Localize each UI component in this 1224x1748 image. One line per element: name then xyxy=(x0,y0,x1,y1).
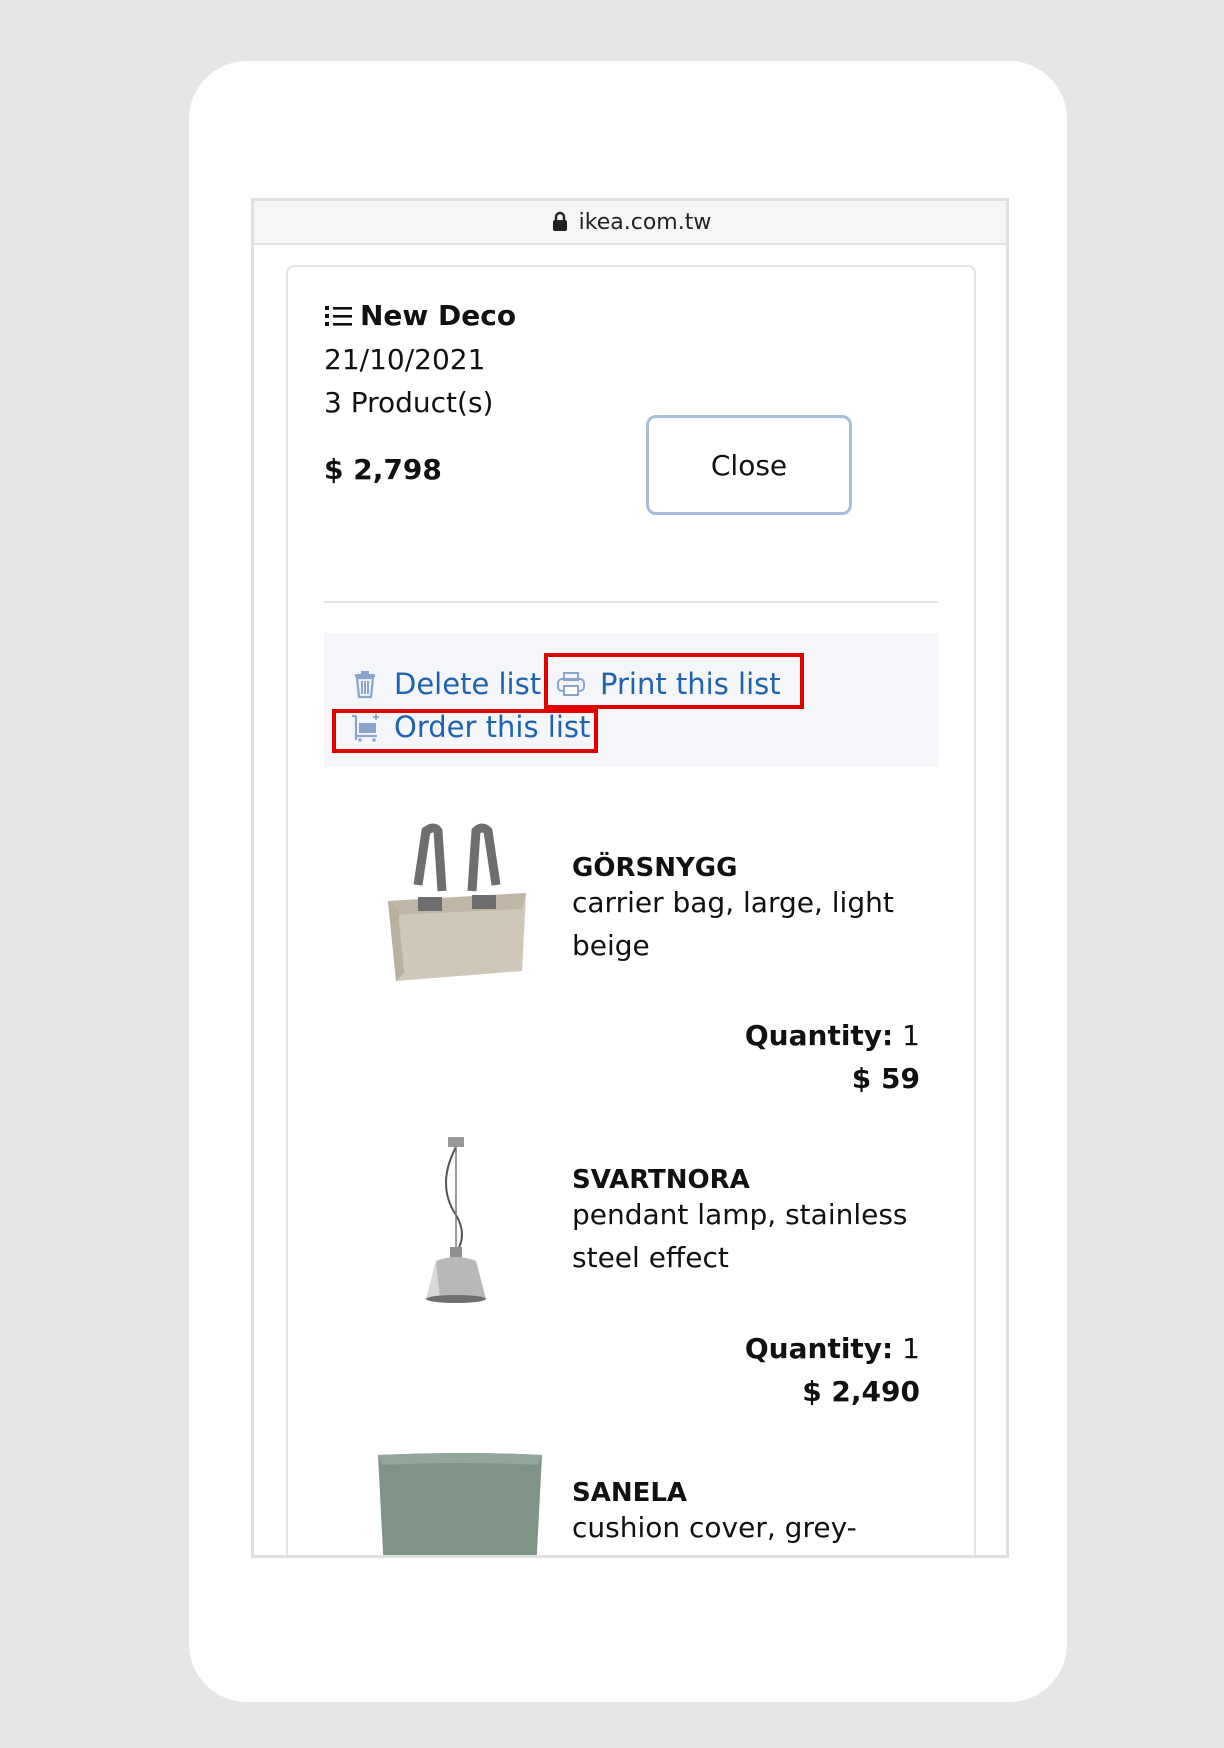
product-description-line: beige xyxy=(572,929,650,962)
product-description-line: steel effect xyxy=(572,1241,729,1274)
product-description: cushion cover, grey- xyxy=(572,1506,912,1549)
product-image-lamp xyxy=(426,1137,486,1303)
close-button[interactable]: Close xyxy=(646,415,852,515)
product-price: $ 59 xyxy=(851,1062,920,1095)
print-list-link[interactable]: Print this list xyxy=(556,667,781,701)
product-description-line: pendant lamp, stainless xyxy=(572,1198,908,1231)
product-quantity: Quantity: 1 xyxy=(745,1019,920,1052)
product-count: 3 Product(s) xyxy=(324,386,494,419)
product-quantity: Quantity: 1 xyxy=(745,1332,920,1365)
list-total: $ 2,798 xyxy=(324,453,442,486)
delete-list-link[interactable]: Delete list xyxy=(350,667,541,701)
shopping-list-card: New Deco 21/10/2021 3 Product(s) $ 2,798… xyxy=(286,265,976,1555)
list-actions: Delete list Print this list Order this l… xyxy=(324,633,938,767)
trash-icon xyxy=(355,671,375,699)
list-date: 21/10/2021 xyxy=(324,343,486,376)
cart-icon xyxy=(352,714,379,742)
quantity-label: Quantity: xyxy=(744,1019,894,1052)
order-list-label: Order this list xyxy=(394,710,591,744)
product-name[interactable]: SANELA xyxy=(572,1478,687,1508)
list-title-text: New Deco xyxy=(360,299,517,332)
product-description: pendant lamp, stainless steel effect xyxy=(572,1193,912,1279)
list-title: New Deco xyxy=(324,299,516,332)
quantity-label: Quantity: xyxy=(744,1332,894,1365)
url-bar[interactable]: ikea.com.tw xyxy=(254,201,1006,245)
url-text: ikea.com.tw xyxy=(578,209,712,235)
product-name[interactable]: SVARTNORA xyxy=(572,1165,750,1195)
product-image-bag xyxy=(388,823,526,981)
product-description-line: cushion cover, grey- xyxy=(572,1511,857,1544)
browser-screen: ikea.com.tw New Deco 21/10/2021 3 Produc… xyxy=(251,198,1009,1558)
product-name[interactable]: GÖRSNYGG xyxy=(572,853,737,883)
product-image-cushion xyxy=(378,1453,542,1555)
lock-icon xyxy=(552,211,567,231)
print-list-label: Print this list xyxy=(600,667,781,701)
product-description-line: carrier bag, large, light xyxy=(572,886,894,919)
quantity-value: 1 xyxy=(902,1332,920,1365)
quantity-value: 1 xyxy=(902,1019,920,1052)
divider xyxy=(324,601,938,603)
delete-list-label: Delete list xyxy=(394,667,542,701)
product-description: carrier bag, large, light beige xyxy=(572,881,912,967)
product-price: $ 2,490 xyxy=(802,1375,920,1408)
list-icon xyxy=(325,305,352,326)
order-list-link[interactable]: Order this list xyxy=(350,710,590,744)
printer-icon xyxy=(557,672,585,696)
